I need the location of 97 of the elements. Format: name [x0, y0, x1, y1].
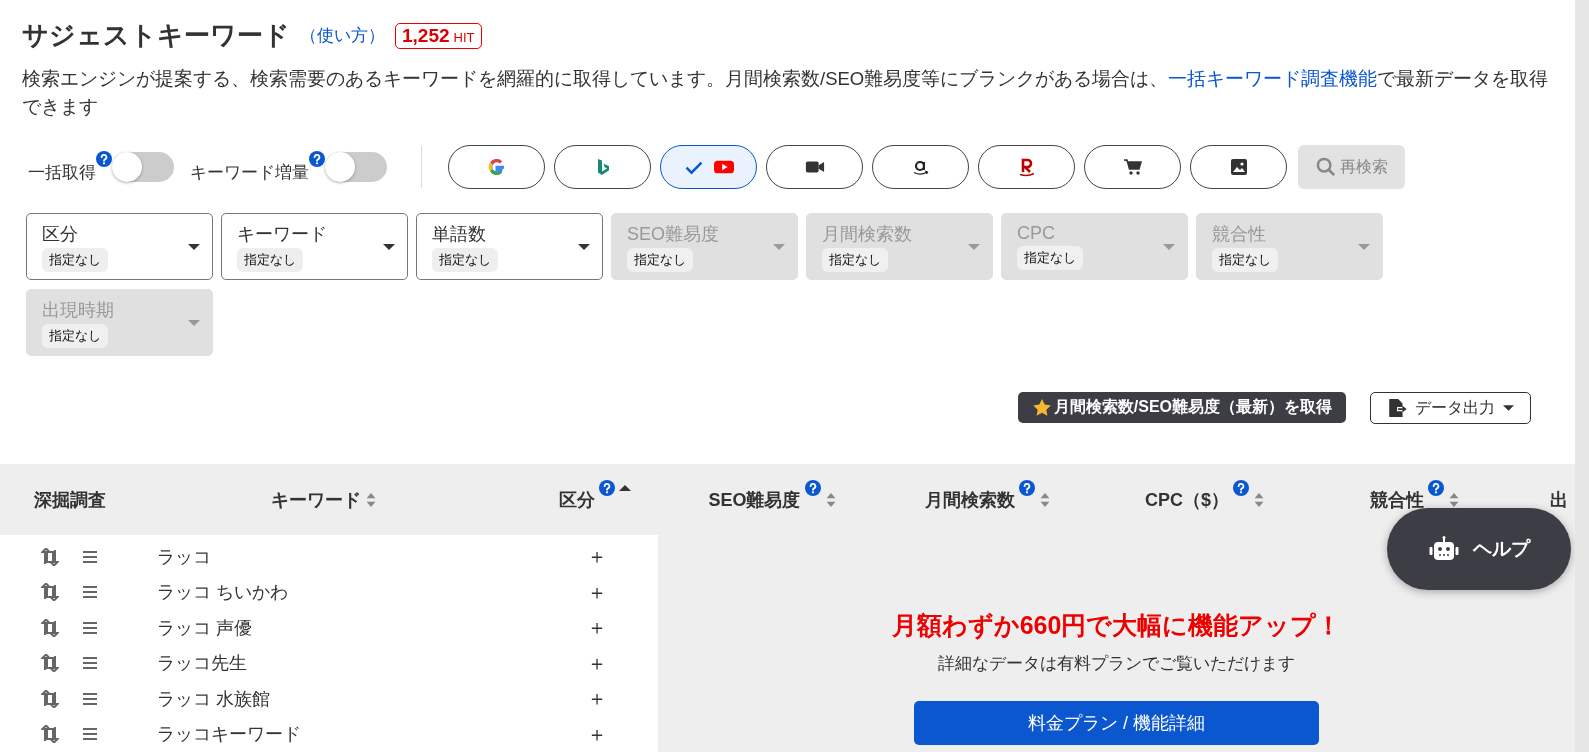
toggle-label: キーワード増量: [190, 161, 309, 184]
video-engine-button[interactable]: [766, 145, 863, 189]
toggle-switch[interactable]: [112, 152, 174, 182]
help-icon[interactable]: [96, 150, 112, 167]
filter-dropdown[interactable]: キーワード 指定なし: [221, 213, 408, 280]
column-header[interactable]: 月間検索数: [924, 487, 1015, 512]
shopping-engine-button[interactable]: [1084, 145, 1181, 189]
hit-count: 1,252: [402, 24, 450, 47]
repeat-icon[interactable]: [41, 654, 59, 673]
caret-icon: [773, 242, 785, 251]
rakuten-engine-button[interactable]: [978, 145, 1075, 189]
segment-cell[interactable]: ＋: [577, 614, 617, 642]
keyword-cell-text: ラッコ 声優: [157, 616, 253, 640]
upsell-subtext: 詳細なデータは有料プランでご覧いただけます: [938, 653, 1295, 675]
google-engine-button[interactable]: [448, 145, 545, 189]
hit-unit: HIT: [453, 29, 475, 45]
help-icon[interactable]: [599, 479, 615, 496]
filter-label: 単語数: [432, 222, 486, 246]
filter-value-chip: 指定なし: [1212, 247, 1278, 272]
page-title: サジェストキーワード: [22, 19, 290, 52]
filter-value-chip: 指定なし: [627, 247, 693, 272]
caret-icon: [1503, 404, 1514, 412]
bulk-research-link[interactable]: 一括キーワード調査機能: [1168, 68, 1378, 89]
image-icon: [1228, 157, 1249, 177]
filter-dropdown[interactable]: 区分 指定なし: [26, 213, 213, 280]
star-icon: [1031, 397, 1052, 418]
filter-label: SEO難易度: [627, 222, 719, 246]
repeat-icon[interactable]: [41, 725, 59, 744]
help-icon[interactable]: [1233, 479, 1249, 496]
help-icon[interactable]: [1428, 479, 1444, 496]
caret-icon: [383, 242, 395, 251]
sort-icon[interactable]: [1038, 491, 1051, 508]
pricing-plan-button[interactable]: 料金プラン / 機能詳細: [914, 701, 1319, 745]
filter-value-chip: 指定なし: [237, 247, 303, 272]
filter-label: キーワード: [237, 222, 327, 246]
caret-icon: [188, 242, 200, 251]
repeat-icon[interactable]: [41, 547, 59, 566]
fetch-latest-button[interactable]: 月間検索数/SEO難易度（最新）を取得: [1017, 392, 1346, 423]
keyword-cell-text: ラッコ ちいかわ: [157, 581, 289, 605]
robot-icon: [1428, 536, 1459, 562]
sort-icon[interactable]: [365, 491, 377, 508]
toggle-switch[interactable]: [325, 152, 387, 182]
filter-label: 競合性: [1212, 222, 1266, 246]
filter-value-chip: 指定なし: [432, 247, 498, 272]
caret-icon: [578, 242, 590, 251]
filter-dropdown[interactable]: 単語数 指定なし: [416, 213, 603, 280]
sort-icon[interactable]: [1448, 491, 1460, 508]
filter-label: CPC: [1017, 223, 1055, 244]
column-header[interactable]: キーワード: [271, 487, 361, 512]
segment-cell[interactable]: ＋: [577, 720, 617, 748]
g-logo-icon: [486, 157, 507, 177]
upsell-headline: 月額わずか660円で大幅に機能アップ！: [891, 610, 1342, 642]
description-text: 検索エンジンが提案する、検索需要のあるキーワードを網羅的に取得しています。月間検索数/SEO難易度等にブランクがある場合は、一括キーワード調査機能で最新データを取得できます: [22, 67, 1550, 119]
column-header[interactable]: 深掘調査: [34, 487, 106, 512]
howto-link[interactable]: （使い方）: [300, 24, 385, 47]
caret-icon: [1163, 242, 1175, 251]
toggle-label: 一括取得: [28, 161, 96, 184]
filter-label: 出現時期: [42, 298, 114, 322]
youtube-engine-button[interactable]: [660, 145, 757, 189]
scrollbar[interactable]: [1575, 0, 1589, 752]
repeat-icon[interactable]: [41, 689, 59, 708]
caret-icon: [968, 242, 980, 251]
filter-value-chip: 指定なし: [822, 247, 888, 272]
keyword-cell-text: ラッコ 水族館: [157, 687, 271, 711]
keyword-cell-text: ラッコ: [157, 545, 212, 569]
cart-icon: [1122, 157, 1143, 177]
filter-label: 区分: [42, 222, 78, 246]
filter-value-chip: 指定なし: [42, 247, 108, 272]
column-header[interactable]: 区分: [559, 487, 595, 512]
sort-ascending-icon[interactable]: [619, 483, 631, 492]
filter-label: 月間検索数: [822, 222, 912, 246]
caret-icon: [1358, 242, 1370, 251]
help-icon[interactable]: [804, 479, 821, 496]
segment-cell[interactable]: ＋: [577, 685, 617, 713]
repeat-icon[interactable]: [41, 583, 59, 602]
keyword-cell-text: ラッコ先生: [157, 652, 248, 676]
sort-icon[interactable]: [1253, 491, 1265, 508]
help-button[interactable]: ヘルプ: [1387, 508, 1571, 590]
repeat-icon[interactable]: [41, 618, 59, 637]
bing-engine-button[interactable]: [554, 145, 651, 189]
filter-value-chip: 指定なし: [1017, 246, 1083, 270]
search-icon: [1315, 157, 1336, 177]
help-icon[interactable]: [309, 150, 325, 167]
sort-icon[interactable]: [824, 491, 837, 508]
export-button[interactable]: データ出力: [1370, 392, 1531, 424]
file-export-icon: [1387, 398, 1407, 418]
caret-icon: [188, 318, 200, 327]
help-icon[interactable]: [1018, 479, 1035, 496]
image-engine-button[interactable]: [1190, 145, 1287, 189]
amazon-engine-button[interactable]: [872, 145, 969, 189]
filter-value-chip: 指定なし: [42, 323, 108, 348]
segment-cell[interactable]: ＋: [577, 649, 617, 677]
segment-cell[interactable]: ＋: [577, 578, 617, 606]
column-header[interactable]: SEO難易度: [708, 487, 801, 512]
keyword-cell-text: ラッコキーワード: [157, 723, 302, 747]
column-header[interactable]: CPC（$）: [1145, 487, 1229, 512]
segment-cell[interactable]: ＋: [577, 543, 617, 571]
